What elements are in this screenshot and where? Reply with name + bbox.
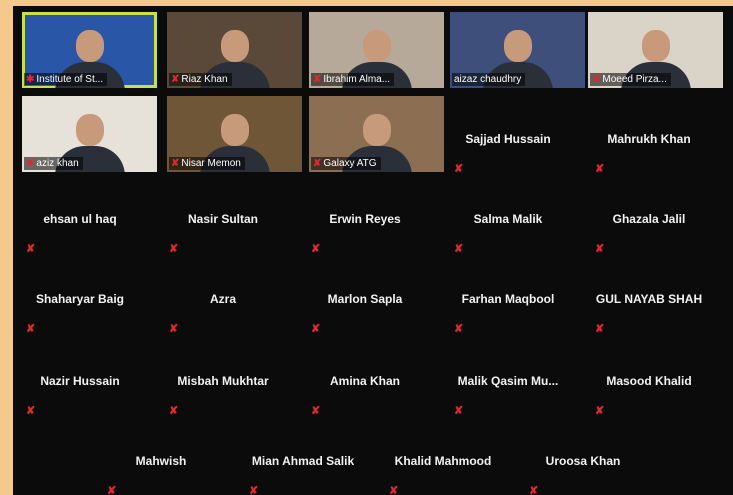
video-name-text: aizaz chaudhry xyxy=(454,74,522,85)
video-tile[interactable]: ✘ Moeed Pirza... xyxy=(588,12,723,88)
video-name-label: aizaz chaudhry xyxy=(452,73,526,86)
muted-mic-icon: ✘ xyxy=(107,485,117,495)
participant-tile[interactable]: Azra ✘ xyxy=(153,276,293,356)
video-name-text: Moeed Pirza... xyxy=(602,74,667,85)
muted-mic-icon: ✘ xyxy=(595,163,605,175)
muted-mic-icon: ✘ xyxy=(311,323,321,335)
participant-name: Ghazala Jalil xyxy=(612,212,686,226)
participant-name: Salma Malik xyxy=(473,212,543,226)
participant-name: Shaharyar Baig xyxy=(35,292,125,306)
video-name-label: ✘ Riaz Khan xyxy=(169,73,232,86)
video-name-text: Ibrahim Alma... xyxy=(323,74,391,85)
muted-mic-icon: ✘ xyxy=(26,405,36,417)
participant-name: GUL NAYAB SHAH xyxy=(595,292,703,306)
participant-name: Erwin Reyes xyxy=(329,212,401,226)
participant-name: Sajjad Hussain xyxy=(465,132,551,146)
video-name-label: ✘ Moeed Pirza... xyxy=(590,73,671,86)
video-tile[interactable]: aizaz chaudhry xyxy=(450,12,585,88)
video-name-text: Institute of St... xyxy=(36,74,104,85)
muted-mic-icon: ✘ xyxy=(595,405,605,417)
participant-name: Mahwish xyxy=(135,454,187,468)
video-tile[interactable]: ✘ Galaxy ATG xyxy=(309,96,444,172)
participant-tile[interactable]: Shaharyar Baig ✘ xyxy=(13,276,150,356)
participant-name: Uroosa Khan xyxy=(545,454,621,468)
muted-mic-icon: ✘ xyxy=(169,405,179,417)
participant-name: ehsan ul haq xyxy=(43,212,117,226)
muted-mic-icon: ✘ xyxy=(26,323,36,335)
participant-tile[interactable]: Mahwish ✘ xyxy=(91,438,231,495)
participant-tile[interactable]: Erwin Reyes ✘ xyxy=(295,196,435,276)
meeting-gallery-view: ✱ Institute of St... ✘ Riaz Khan ✘ Ibrahim Al… xyxy=(13,6,733,495)
participant-tile[interactable]: Mahrukh Khan ✘ xyxy=(579,116,719,196)
video-name-text: Galaxy ATG xyxy=(323,158,377,169)
participant-name: Amina Khan xyxy=(329,374,400,388)
participant-tile[interactable]: Khalid Mahmood ✘ xyxy=(373,438,513,495)
participant-tile[interactable]: Masood Khalid ✘ xyxy=(579,358,719,438)
muted-mic-icon: ✘ xyxy=(529,485,539,495)
participant-name: Farhan Maqbool xyxy=(461,292,555,306)
muted-mic-icon: ✘ xyxy=(169,323,179,335)
participant-tile[interactable]: Salma Malik ✘ xyxy=(438,196,578,276)
muted-mic-icon: ✘ xyxy=(171,74,180,85)
video-name-label: ✘ Ibrahim Alma... xyxy=(311,73,395,86)
participant-tile[interactable]: Ghazala Jalil ✘ xyxy=(579,196,719,276)
video-tile[interactable]: ✘ Nisar Memon xyxy=(167,96,302,172)
participant-tile[interactable]: Mian Ahmad Salik ✘ xyxy=(233,438,373,495)
muted-mic-icon: ✘ xyxy=(169,243,179,255)
participant-name: Nazir Hussain xyxy=(40,374,120,388)
participant-tile[interactable]: Marlon Sapla ✘ xyxy=(295,276,435,356)
muted-mic-icon: ✘ xyxy=(454,163,464,175)
muted-mic-icon: ✘ xyxy=(595,323,605,335)
participant-name: Misbah Mukhtar xyxy=(177,374,269,388)
pin-icon: ✱ xyxy=(26,74,35,85)
video-name-text: Nisar Memon xyxy=(181,158,241,169)
video-tile[interactable]: ✱ Institute of St... xyxy=(22,12,157,88)
video-tile[interactable]: ✘ aziz khan xyxy=(22,96,157,172)
video-name-label: ✘ Galaxy ATG xyxy=(311,157,381,170)
video-tile[interactable]: ✘ Riaz Khan xyxy=(167,12,302,88)
participant-tile[interactable]: ehsan ul haq ✘ xyxy=(13,196,150,276)
participant-name: Nasir Sultan xyxy=(187,212,259,226)
participant-name: Malik Qasim Mu... xyxy=(457,374,559,388)
participant-tile[interactable]: Nazir Hussain ✘ xyxy=(13,358,150,438)
participant-tile[interactable]: Misbah Mukhtar ✘ xyxy=(153,358,293,438)
participant-tile[interactable]: Nasir Sultan ✘ xyxy=(153,196,293,276)
participant-tile[interactable]: Farhan Maqbool ✘ xyxy=(438,276,578,356)
muted-mic-icon: ✘ xyxy=(454,243,464,255)
participant-name: Azra xyxy=(209,292,236,306)
participant-name: Mian Ahmad Salik xyxy=(251,454,355,468)
participant-name: Marlon Sapla xyxy=(327,292,403,306)
muted-mic-icon: ✘ xyxy=(595,243,605,255)
muted-mic-icon: ✘ xyxy=(26,243,36,255)
muted-mic-icon: ✘ xyxy=(26,158,35,169)
participant-tile[interactable]: Amina Khan ✘ xyxy=(295,358,435,438)
muted-mic-icon: ✘ xyxy=(454,405,464,417)
muted-mic-icon: ✘ xyxy=(313,158,322,169)
muted-mic-icon: ✘ xyxy=(171,158,180,169)
participant-tile[interactable]: Sajjad Hussain ✘ xyxy=(438,116,578,196)
muted-mic-icon: ✘ xyxy=(311,243,321,255)
video-tile[interactable]: ✘ Ibrahim Alma... xyxy=(309,12,444,88)
muted-mic-icon: ✘ xyxy=(249,485,259,495)
participant-name: Masood Khalid xyxy=(606,374,692,388)
video-name-text: Riaz Khan xyxy=(181,74,228,85)
participant-tile[interactable]: Uroosa Khan ✘ xyxy=(513,438,653,495)
muted-mic-icon: ✘ xyxy=(313,74,322,85)
muted-mic-icon: ✘ xyxy=(454,323,464,335)
muted-mic-icon: ✘ xyxy=(389,485,399,495)
video-name-text: aziz khan xyxy=(36,158,79,169)
participant-name: Khalid Mahmood xyxy=(394,454,492,468)
video-name-label: ✱ Institute of St... xyxy=(24,73,108,86)
participant-tile[interactable]: Malik Qasim Mu... ✘ xyxy=(438,358,578,438)
video-name-label: ✘ aziz khan xyxy=(24,157,83,170)
muted-mic-icon: ✘ xyxy=(592,74,601,85)
muted-mic-icon: ✘ xyxy=(311,405,321,417)
participant-tile[interactable]: GUL NAYAB SHAH ✘ xyxy=(579,276,719,356)
video-name-label: ✘ Nisar Memon xyxy=(169,157,245,170)
participant-name: Mahrukh Khan xyxy=(607,132,691,146)
